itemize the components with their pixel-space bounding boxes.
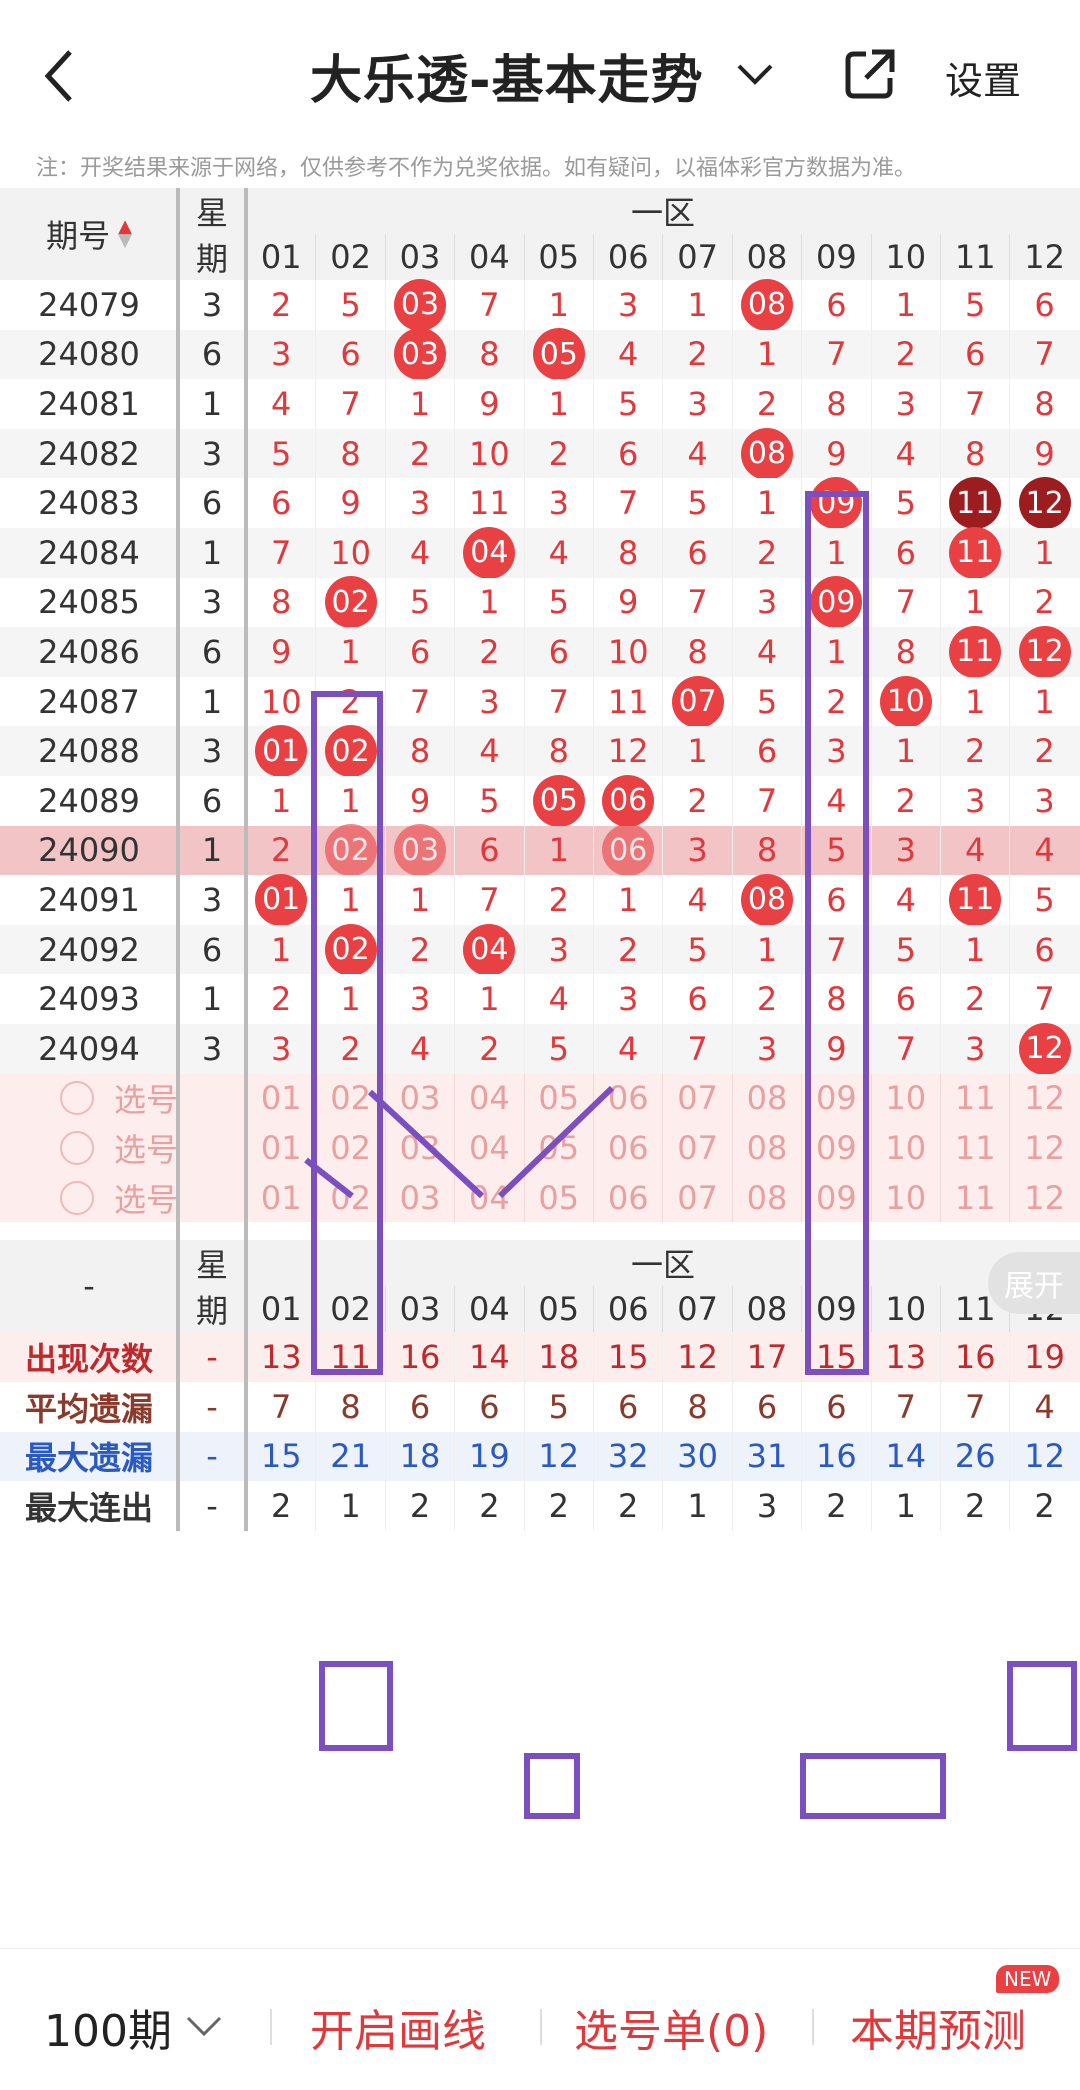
annotation-line-2 (367, 1089, 485, 1199)
annotation-line-3 (497, 1085, 615, 1199)
divider (270, 2009, 272, 2045)
draw-line-button[interactable]: 开启画线 (310, 1995, 486, 2059)
annotation-box-col02 (311, 691, 383, 1375)
annotation-box-avg0910 (800, 1753, 946, 1819)
divider (812, 2009, 814, 2045)
period-label: 100期 (44, 2006, 172, 2057)
period-selector[interactable]: 100期 (44, 1995, 224, 2059)
annotation-overlay (304, 491, 1077, 1819)
annotation-box-count02 (319, 1661, 393, 1751)
chevron-down-icon (186, 2016, 222, 2037)
divider (540, 2009, 542, 2045)
new-badge: NEW (996, 1965, 1060, 1993)
annotation-box-count12 (1007, 1661, 1077, 1751)
pick-list-button[interactable]: 选号单(0) (574, 1995, 768, 2059)
annotation-box-avg05 (524, 1753, 580, 1819)
predict-button[interactable]: 本期预测 (850, 1995, 1026, 2059)
annotation-box-col09 (805, 491, 869, 1375)
bottom-bar: 100期 开启画线 选号单(0) 本期预测 NEW (0, 1948, 1080, 2090)
